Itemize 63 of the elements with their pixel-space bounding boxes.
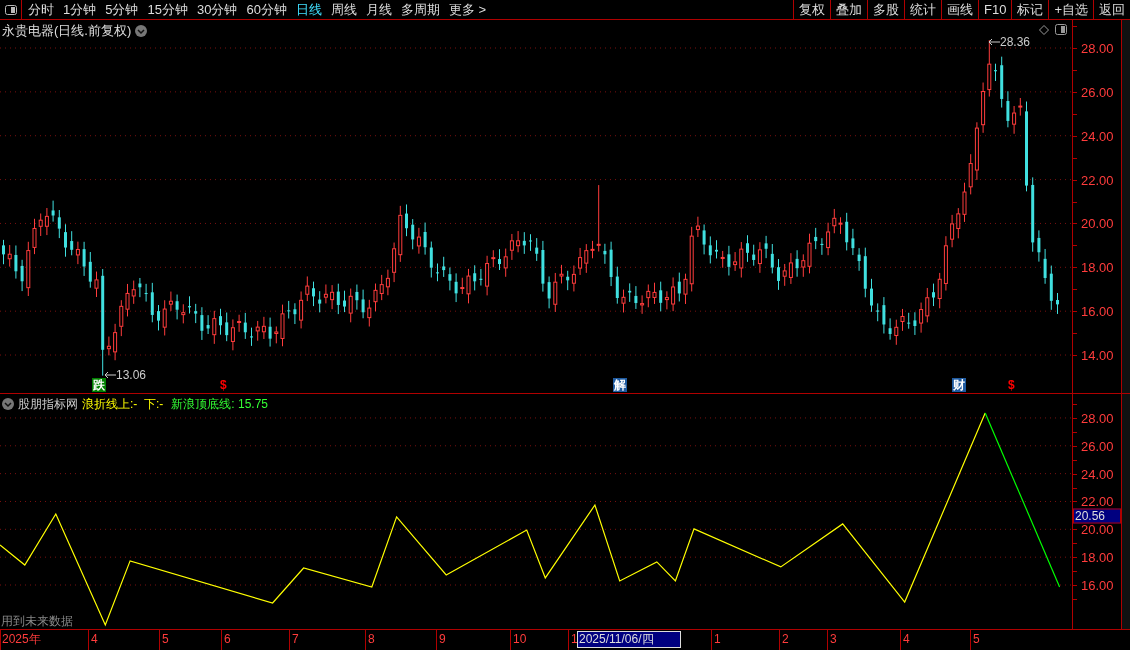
cursor-value-label: 20.56 (1073, 508, 1121, 523)
period-tab[interactable]: 更多 > (445, 0, 490, 19)
date-axis-label: 2 (781, 632, 789, 647)
period-tab[interactable]: 多周期 (397, 0, 443, 19)
price-axis-label: 22.00 (1081, 173, 1114, 187)
legend-value: 浪折线上:- 下:- (82, 396, 164, 413)
price-axis-label: 18.00 (1081, 260, 1114, 274)
period-tab[interactable]: 1分钟 (60, 0, 100, 19)
toolbar-button[interactable]: F10 (978, 0, 1012, 19)
value-axis-label: 18.00 (1081, 550, 1114, 564)
date-axis-label: 6 (223, 632, 231, 647)
legend-value: 新浪顶底线: 15.75 (171, 396, 269, 413)
value-axis-label: 16.00 (1081, 578, 1114, 592)
period-tab[interactable]: 日线 (292, 0, 325, 19)
date-axis-label: 3 (829, 632, 837, 647)
date-axis-label: 1 (713, 632, 721, 647)
signal-marker: 跌 (92, 378, 106, 392)
period-tab[interactable]: 60分钟 (243, 0, 290, 19)
value-axis-label: 22.00 (1081, 494, 1114, 508)
warning-note: 用到未来数据 (1, 613, 73, 629)
period-tab[interactable]: 30分钟 (193, 0, 241, 19)
toolbar-button[interactable]: 复权 (793, 0, 830, 19)
signal-marker: $ (1007, 378, 1016, 392)
high-price-label: 28.36 (1000, 36, 1031, 48)
price-axis-label: 28.00 (1081, 41, 1114, 55)
date-axis-label: 4 (90, 632, 98, 647)
date-axis-label: 5 (161, 632, 169, 647)
toolbar-button[interactable]: +自选 (1048, 0, 1093, 19)
date-axis-label: 5 (972, 632, 980, 647)
value-axis-label: 26.00 (1081, 439, 1114, 453)
date-axis-label: 10 (512, 632, 527, 647)
stock-title: 永贵电器(日线.前复权) (2, 22, 132, 40)
price-axis-label: 14.00 (1081, 348, 1114, 362)
toolbar-button[interactable]: 返回 (1093, 0, 1130, 19)
value-axis-label: 28.00 (1081, 411, 1114, 425)
date-axis-label: 1 (570, 632, 578, 647)
date-axis-label: 2025/11/06/四 (577, 631, 681, 648)
signal-marker: $ (219, 378, 228, 392)
toolbar-button[interactable]: 标记 (1011, 0, 1049, 19)
value-axis-label: 24.00 (1081, 467, 1114, 481)
date-axis-label: 4 (902, 632, 910, 647)
period-tab[interactable]: 分时 (25, 0, 57, 19)
date-axis-label: 7 (291, 632, 299, 647)
date-axis-label: 2025年 (1, 632, 41, 647)
period-tab[interactable]: 周线 (327, 0, 360, 19)
signal-marker: 财 (952, 378, 966, 392)
indicator-name: 股朋指标网 (18, 396, 78, 413)
period-tab[interactable]: 5分钟 (102, 0, 142, 19)
toolbar-button[interactable]: 画线 (941, 0, 978, 19)
value-axis-label: 20.00 (1081, 522, 1114, 536)
toolbar-button[interactable]: 叠加 (830, 0, 867, 19)
date-axis-label: 8 (367, 632, 375, 647)
price-axis-label: 24.00 (1081, 129, 1114, 143)
price-axis-label: 26.00 (1081, 85, 1114, 99)
toolbar-button[interactable]: 多股 (867, 0, 904, 19)
low-price-label: 13.06 (116, 369, 147, 381)
price-axis-label: 16.00 (1081, 304, 1114, 318)
price-axis-label: 20.00 (1081, 216, 1114, 230)
date-axis-label: 9 (438, 632, 446, 647)
toolbar-button[interactable]: 统计 (904, 0, 941, 19)
period-tab[interactable]: 15分钟 (144, 0, 191, 19)
period-tab[interactable]: 月线 (362, 0, 395, 19)
signal-marker: 解 (613, 378, 627, 392)
